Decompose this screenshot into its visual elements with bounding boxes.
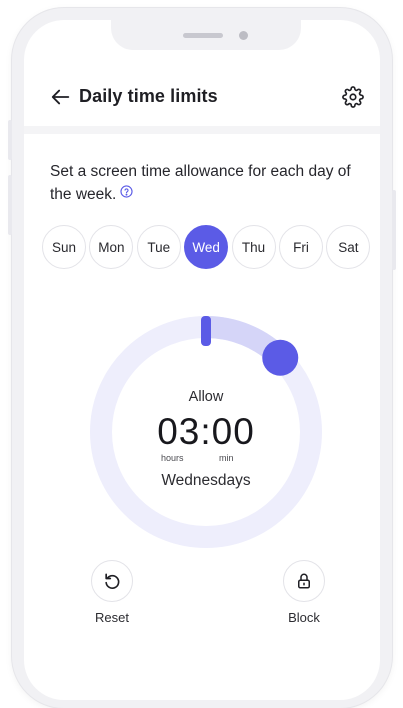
page-title: Daily time limits — [79, 86, 218, 106]
speaker-grille — [183, 33, 223, 38]
side-button — [8, 175, 12, 235]
gear-icon[interactable] — [342, 86, 364, 108]
arrow-left-icon[interactable] — [50, 86, 72, 108]
dial-readout: Allow 03:00 hours min Wednesdays — [86, 312, 326, 552]
day-thu[interactable]: Thu — [231, 225, 276, 269]
reset-button[interactable] — [91, 560, 133, 602]
reset-label: Reset — [95, 610, 129, 625]
notch — [111, 20, 301, 50]
dial-day-label: Wednesdays — [161, 472, 251, 489]
question-circle-icon[interactable] — [120, 185, 133, 198]
block-button[interactable] — [283, 560, 325, 602]
reset-action[interactable]: Reset — [77, 560, 147, 625]
camera-dot — [239, 31, 248, 40]
block-label: Block — [288, 610, 320, 625]
app-screen: Daily time limits Set a screen time allo… — [24, 20, 380, 700]
day-wed[interactable]: Wed — [184, 225, 229, 269]
day-sun[interactable]: Sun — [42, 225, 86, 269]
day-mon[interactable]: Mon — [89, 225, 134, 269]
time-value: 03:00 — [157, 411, 255, 452]
section-divider — [24, 126, 380, 134]
day-sat[interactable]: Sat — [326, 225, 371, 269]
hours-unit: hours — [161, 453, 184, 463]
undo-icon — [105, 573, 120, 589]
block-action[interactable]: Block — [269, 560, 339, 625]
side-button — [392, 190, 396, 270]
description: Set a screen time allowance for each day… — [50, 160, 370, 206]
header: Daily time limits — [24, 72, 380, 124]
day-tue[interactable]: Tue — [136, 225, 181, 269]
day-fri[interactable]: Fri — [278, 225, 323, 269]
min-unit: min — [219, 453, 234, 463]
side-button — [8, 120, 12, 160]
lock-icon — [298, 573, 310, 589]
day-selector: Sun Mon Tue Wed Thu Fri Sat — [42, 225, 371, 269]
allow-label: Allow — [188, 389, 224, 405]
description-text: Set a screen time allowance for each day… — [50, 163, 351, 203]
